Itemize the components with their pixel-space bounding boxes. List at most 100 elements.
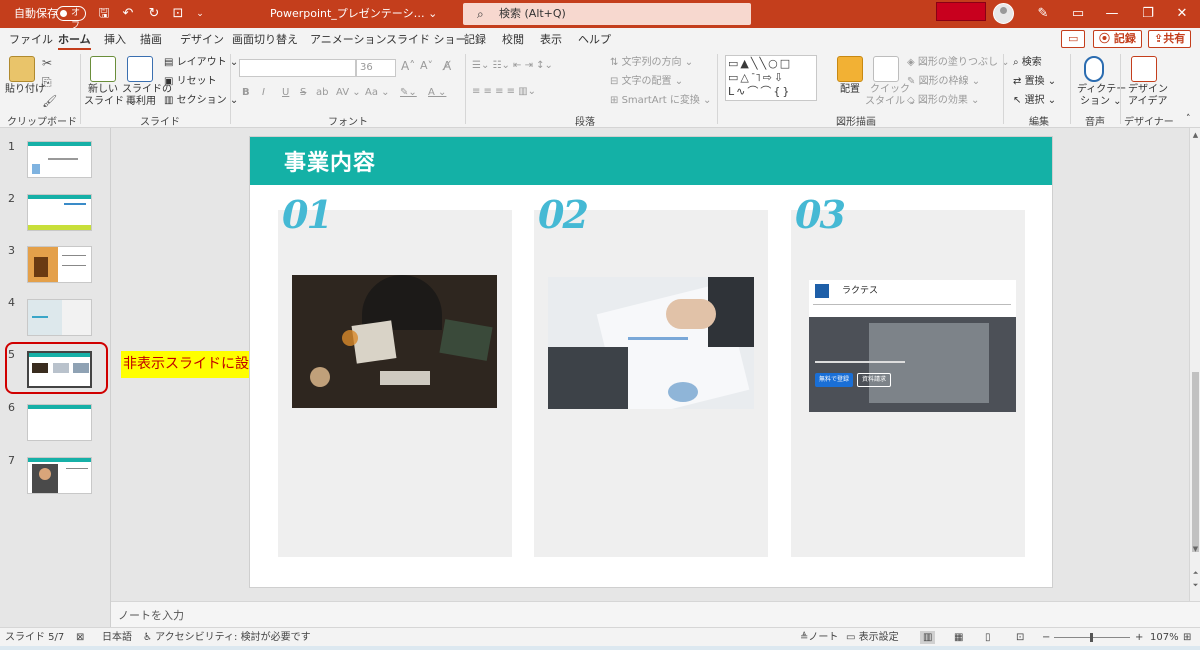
italic-button[interactable]: I xyxy=(262,87,265,99)
fit-slide-icon[interactable]: ⊞ xyxy=(1183,631,1191,644)
quick-styles-label-1[interactable]: クイック xyxy=(870,84,910,96)
customize-qat-icon[interactable]: ⌄ xyxy=(190,4,210,24)
align-buttons[interactable]: ≡ ≡ ≡ ≡ ▥⌄ xyxy=(472,86,536,98)
request-docs-button[interactable]: 資料請求 xyxy=(857,373,891,387)
scrollbar-thumb[interactable] xyxy=(1192,372,1199,552)
tab-design[interactable]: デザイン xyxy=(180,31,224,49)
font-name-dropdown[interactable] xyxy=(239,59,356,77)
font-size-dropdown[interactable]: 36 xyxy=(356,59,396,77)
designer-label-2[interactable]: アイデア xyxy=(1128,96,1168,108)
arrange-icon[interactable] xyxy=(837,56,863,82)
layout-button[interactable]: ▤ レイアウト ⌄ xyxy=(164,57,238,69)
reading-view-icon[interactable]: ▯ xyxy=(985,631,991,644)
bold-button[interactable]: B xyxy=(242,87,250,99)
align-text-button[interactable]: ⊟ 文字の配置 ⌄ xyxy=(610,76,683,88)
highlight-color-button[interactable]: ✎⌄ xyxy=(400,87,417,99)
autosave-toggle[interactable]: オフ xyxy=(56,6,86,31)
minimize-icon[interactable]: — xyxy=(1102,4,1122,24)
presenter-icon[interactable]: ⊡ xyxy=(168,4,188,24)
section-button[interactable]: ▥ セクション ⌄ xyxy=(164,95,238,107)
meeting-photo[interactable] xyxy=(548,277,754,409)
reset-button[interactable]: ▣ リセット xyxy=(164,76,217,88)
underline-button[interactable]: U xyxy=(282,87,289,99)
undo-icon[interactable]: ↶ xyxy=(118,4,138,24)
zoom-slider-knob[interactable] xyxy=(1090,633,1093,642)
scroll-up-icon[interactable]: ▲ xyxy=(1190,130,1200,140)
restore-icon[interactable]: ❐ xyxy=(1138,4,1158,24)
save-icon[interactable]: 🖫 xyxy=(94,4,114,24)
accessibility-status[interactable]: ♿ アクセシビリティ: 検討が必要です xyxy=(143,631,311,644)
shape-effects-button[interactable]: ◇ 図形の効果 ⌄ xyxy=(907,95,979,107)
vertical-scrollbar[interactable]: ▲ ▼ ⏶ ⏷ xyxy=(1189,128,1200,601)
prev-slide-icon[interactable]: ⏶ xyxy=(1190,568,1200,578)
quick-styles-icon[interactable] xyxy=(873,56,899,82)
font-color-button[interactable]: A ⌄ xyxy=(428,87,446,99)
slide-sorter-icon[interactable]: ▦ xyxy=(954,631,963,644)
slide-title[interactable]: 事業内容 xyxy=(284,145,376,177)
normal-view-icon[interactable]: ▥ xyxy=(920,631,936,644)
shadow-button[interactable]: ab xyxy=(316,87,328,99)
zoom-level[interactable]: 107% xyxy=(1150,631,1179,644)
microphone-icon[interactable] xyxy=(1084,56,1104,82)
search-box[interactable]: ⌕ 検索 (Alt+Q) xyxy=(463,3,751,25)
smartart-button[interactable]: ⊞ SmartArt に変換 ⌄ xyxy=(610,95,711,107)
record-button[interactable]: ⦿ 記録 xyxy=(1093,30,1142,48)
shapes-gallery[interactable]: ▭▲╲╲○□ ▭△˥˥⇨⇩ ᒪ∿⌒⌒{} xyxy=(725,55,817,101)
tab-animations[interactable]: アニメーション xyxy=(310,31,387,49)
slide-thumbnail-6[interactable] xyxy=(27,404,92,441)
next-slide-icon[interactable]: ⏷ xyxy=(1190,580,1200,590)
card-03[interactable]: 03 ラクテス 無料で登録 資料請求 xyxy=(791,192,1025,557)
tab-file[interactable]: ファイル xyxy=(9,31,53,49)
clear-format-icon[interactable]: A̸ xyxy=(443,60,451,72)
slide-canvas[interactable]: 事業内容 01 02 03 ラクテス 無料で登録 資料請求 xyxy=(249,136,1053,588)
zoom-out-icon[interactable]: − xyxy=(1042,631,1050,644)
slide-thumbnail-4[interactable] xyxy=(27,299,92,336)
strikethrough-button[interactable]: S xyxy=(300,87,306,99)
card-02[interactable]: 02 xyxy=(534,192,768,557)
arrange-label[interactable]: 配置 xyxy=(840,84,860,96)
new-slide-icon[interactable] xyxy=(90,56,116,82)
slideshow-view-icon[interactable]: ⊡ xyxy=(1016,631,1024,644)
pen-icon[interactable]: ✎ xyxy=(1033,4,1053,24)
dictate-label-1[interactable]: ディクテー xyxy=(1077,84,1126,96)
dictate-label-2[interactable]: ション ⌄ xyxy=(1080,96,1122,108)
paste-label[interactable]: 貼り付け xyxy=(5,84,45,96)
replace-button[interactable]: ⇄ 置換 ⌄ xyxy=(1013,76,1056,88)
tab-record[interactable]: 記録 xyxy=(464,31,486,49)
signup-button[interactable]: 無料で登録 xyxy=(815,373,853,387)
new-slide-label-1[interactable]: 新しい xyxy=(88,84,118,96)
tab-view[interactable]: 表示 xyxy=(540,31,562,49)
document-title[interactable]: Powerpoint_プレゼンテーシ… ⌄ xyxy=(270,0,437,28)
display-settings-button[interactable]: ▭ 表示設定 xyxy=(846,631,899,644)
bullets-button[interactable]: ☰⌄ ☷⌄ ⇤ ⇥ ↕⌄ xyxy=(472,60,553,72)
slide-thumbnail-1[interactable] xyxy=(27,141,92,178)
shape-fill-button[interactable]: ◈ 図形の塗りつぶし ⌄ xyxy=(907,57,1010,69)
website-screenshot[interactable]: ラクテス 無料で登録 資料請求 xyxy=(809,280,1016,412)
notes-toggle-button[interactable]: ≜ノート xyxy=(800,631,838,644)
cut-icon[interactable]: ✂ xyxy=(42,56,52,70)
notes-pane[interactable]: ノートを入力 xyxy=(111,601,1200,627)
ribbon-display-icon[interactable]: ▭ xyxy=(1068,4,1088,24)
card-01[interactable]: 01 xyxy=(278,192,512,557)
tab-home[interactable]: ホーム xyxy=(58,31,91,51)
shrink-font-icon[interactable]: A˅ xyxy=(420,60,433,72)
tab-draw[interactable]: 描画 xyxy=(140,31,162,49)
redo-icon[interactable]: ↻ xyxy=(144,4,164,24)
reuse-slides-label-2[interactable]: 再利用 xyxy=(126,96,156,108)
tab-review[interactable]: 校閲 xyxy=(502,31,524,49)
select-button[interactable]: ↖ 選択 ⌄ xyxy=(1013,95,1056,107)
shape-outline-button[interactable]: ✎ 図形の枠線 ⌄ xyxy=(907,76,980,88)
format-painter-icon[interactable]: 🖌 xyxy=(42,94,57,108)
designer-icon[interactable] xyxy=(1131,56,1157,82)
slide-thumbnail-3[interactable] xyxy=(27,246,92,283)
paste-icon[interactable] xyxy=(9,56,35,82)
char-spacing-button[interactable]: AV ⌄ xyxy=(336,87,361,99)
tab-insert[interactable]: 挿入 xyxy=(104,31,126,49)
slide-thumbnail-7[interactable] xyxy=(27,457,92,494)
copy-icon[interactable]: ⎘ xyxy=(42,75,52,90)
find-button[interactable]: ⌕ 検索 xyxy=(1013,57,1042,69)
account-avatar[interactable] xyxy=(993,3,1014,24)
close-icon[interactable]: ✕ xyxy=(1172,4,1192,24)
zoom-in-icon[interactable]: + xyxy=(1135,631,1143,644)
change-case-button[interactable]: Aa ⌄ xyxy=(365,87,390,99)
